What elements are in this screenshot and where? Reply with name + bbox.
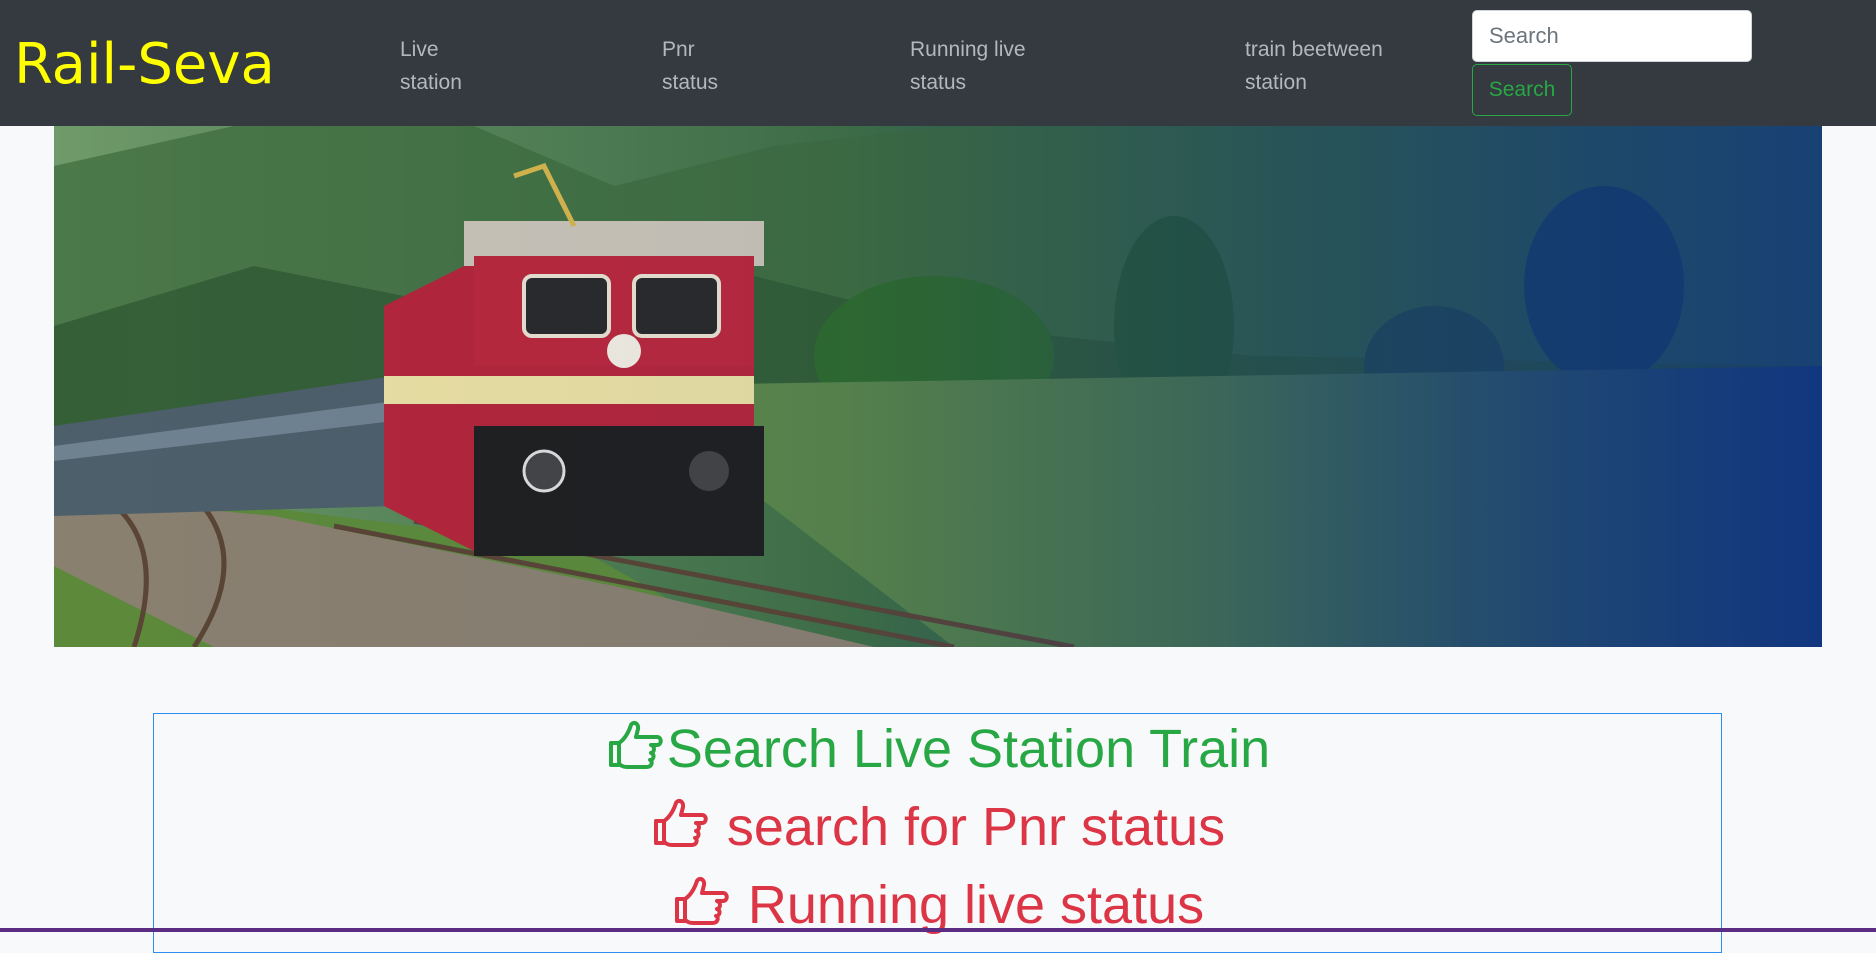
bottom-border (0, 928, 1876, 932)
nav-link-label: Pnr (662, 38, 695, 61)
hand-point-right-icon (653, 798, 708, 847)
card-link-label: Search Live Station Train (666, 719, 1271, 779)
nav-link-label: status (910, 71, 967, 94)
nav-link-label: station (1245, 71, 1307, 94)
card-link-pnr-status[interactable]: search for Pnr status (154, 792, 1721, 862)
nav-link-label: train beetween (1245, 38, 1383, 61)
nav-link-label: status (662, 71, 719, 94)
nav-link-label: Running live (910, 38, 1026, 61)
nav-link-label: Live (400, 38, 439, 61)
nav-link-live-station[interactable]: Live station (400, 33, 462, 99)
nav-link-running-live-status[interactable]: Running live status (910, 33, 1026, 99)
card-link-live-station[interactable]: Search Live Station Train (154, 714, 1721, 784)
quick-links-card: Search Live Station Train search for Pnr… (153, 713, 1722, 953)
card-link-label: search for Pnr status (711, 797, 1226, 857)
brand-logo[interactable]: Rail-Seva (14, 30, 275, 100)
search-button[interactable]: Search (1472, 64, 1572, 116)
train-hero-image (54, 126, 1822, 647)
card-link-label: Running live status (732, 875, 1205, 935)
navbar: Rail-Seva Live station Pnr status Runnin… (0, 0, 1876, 126)
hand-point-right-icon (674, 876, 729, 925)
nav-link-pnr-status[interactable]: Pnr status (662, 33, 718, 99)
search-input[interactable] (1472, 10, 1752, 62)
nav-link-train-between-station[interactable]: train beetween station (1245, 33, 1383, 99)
nav-link-label: station (400, 71, 462, 94)
hand-point-right-icon (608, 720, 663, 769)
